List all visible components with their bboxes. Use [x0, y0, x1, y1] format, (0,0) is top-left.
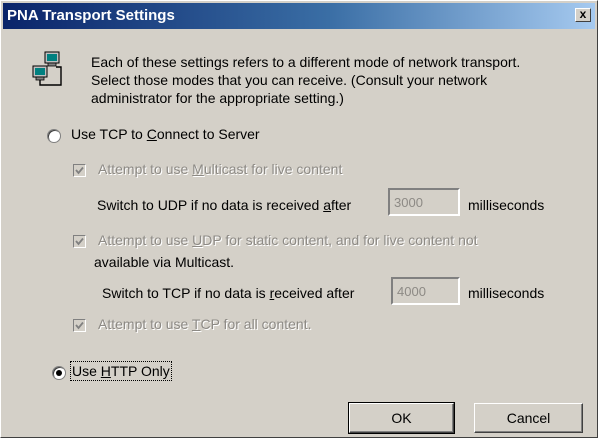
tcp-all-checkbox[interactable]: [73, 319, 86, 332]
checkmark-icon: [75, 237, 84, 246]
udp-label-line2: available via Multicast.: [94, 254, 235, 270]
tcp-radio[interactable]: [47, 129, 61, 143]
tcp-all-label: Attempt to use TCP for all content.: [98, 316, 312, 332]
window-title: PNA Transport Settings: [7, 7, 175, 24]
udp-checkbox[interactable]: [73, 235, 86, 248]
checkmark-icon: [75, 166, 84, 175]
multicast-label: Attempt to use Multicast for live conten…: [98, 161, 343, 177]
tcp-radio-label[interactable]: Use TCP to Connect to Server: [71, 126, 260, 142]
tcp-timeout-input[interactable]: [393, 279, 458, 303]
multicast-checkbox[interactable]: [73, 164, 86, 177]
cancel-button[interactable]: Cancel: [474, 403, 583, 433]
title-bar[interactable]: PNA Transport Settings x: [3, 3, 595, 29]
ok-button[interactable]: OK: [348, 402, 455, 434]
tcp-timeout-field[interactable]: [391, 277, 460, 305]
udp-timeout-input[interactable]: [390, 190, 458, 214]
udp-timeout-field[interactable]: [388, 188, 460, 216]
tcp-units-label: milliseconds: [468, 285, 545, 301]
http-radio-label[interactable]: Use HTTP Only: [70, 361, 172, 381]
network-computer-icon: [32, 51, 62, 86]
udp-switch-label: Switch to UDP if no data is received aft…: [97, 197, 352, 213]
tcp-switch-label: Switch to TCP if no data is received aft…: [102, 285, 355, 301]
http-radio[interactable]: [52, 366, 66, 380]
dialog-window: PNA Transport Settings x Each of these s…: [0, 0, 598, 438]
udp-label: Attempt to use UDP for static content, a…: [98, 232, 478, 248]
checkmark-icon: [75, 321, 84, 330]
info-text: Each of these settings refers to a diffe…: [91, 54, 521, 106]
udp-units-label: milliseconds: [468, 197, 545, 213]
close-button[interactable]: x: [575, 8, 591, 22]
radio-selected-dot: [56, 370, 62, 376]
